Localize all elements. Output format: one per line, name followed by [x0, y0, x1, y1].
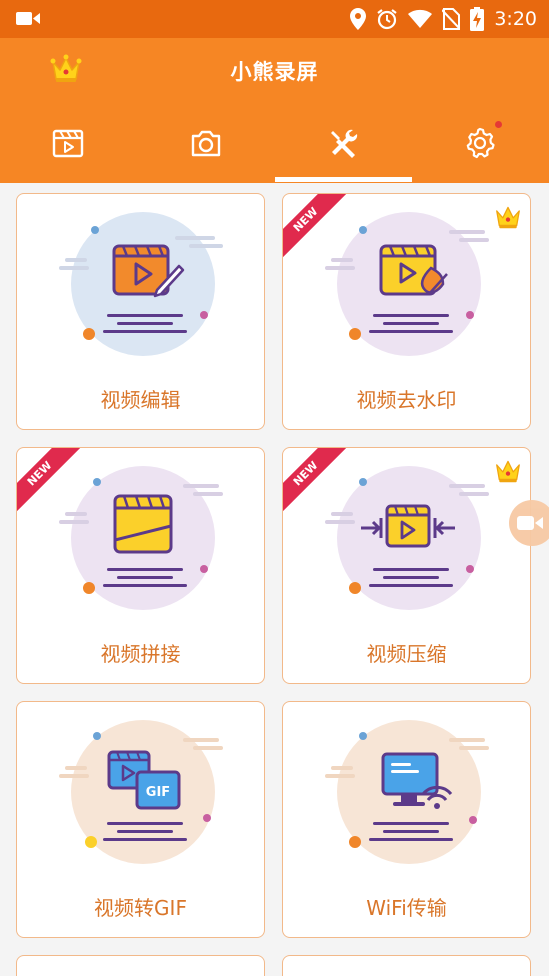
card-video-merge[interactable]: NEW 视频拼接 — [16, 447, 265, 684]
settings-badge — [495, 121, 502, 128]
clock: 3:20 — [494, 8, 537, 30]
gif-text: GIF — [146, 785, 170, 800]
card-partial-left[interactable] — [16, 955, 265, 976]
battery-charging-icon — [470, 7, 485, 31]
camera-icon — [191, 130, 221, 157]
tools-icon — [331, 129, 358, 158]
no-sim-icon — [442, 8, 461, 30]
tab-screenshot[interactable] — [176, 120, 236, 166]
floating-record-button[interactable] — [509, 500, 549, 546]
video-camera-icon — [16, 12, 40, 25]
video-camera-icon — [517, 516, 543, 530]
card-video-compress[interactable]: NEW 视频压缩 — [282, 447, 531, 684]
card-video-to-gif[interactable]: GIF 视频转GIF — [16, 701, 265, 938]
gear-icon — [466, 127, 495, 159]
card-label: 视频转GIF — [94, 896, 187, 920]
video-to-gif-illustration: GIF — [59, 720, 223, 864]
card-remove-watermark[interactable]: NEW 视频去水印 — [282, 193, 531, 430]
location-icon — [350, 8, 367, 30]
card-wifi-transfer[interactable]: WiFi传输 — [282, 701, 531, 938]
app-header: 小熊录屏 — [0, 38, 549, 183]
card-label: 视频拼接 — [100, 642, 181, 666]
video-list-icon — [52, 129, 84, 158]
wifi-icon — [408, 9, 433, 28]
card-label: 视频去水印 — [356, 388, 457, 412]
tab-tools[interactable] — [313, 120, 373, 166]
app-title: 小熊录屏 — [230, 60, 319, 84]
vip-crown-icon — [496, 206, 520, 229]
tab-video-list[interactable] — [38, 120, 98, 166]
vip-crown-icon — [496, 460, 520, 483]
active-tab-indicator — [275, 177, 412, 182]
video-edit-illustration — [59, 212, 223, 356]
alarm-icon — [377, 9, 397, 30]
wifi-transfer-illustration — [325, 720, 489, 864]
card-label: 视频压缩 — [366, 642, 447, 666]
card-label: WiFi传输 — [366, 896, 447, 920]
status-bar: 3:20 — [0, 0, 549, 38]
card-label: 视频编辑 — [100, 388, 181, 412]
card-partial-right[interactable] — [282, 955, 531, 976]
card-video-edit[interactable]: 视频编辑 — [16, 193, 265, 430]
